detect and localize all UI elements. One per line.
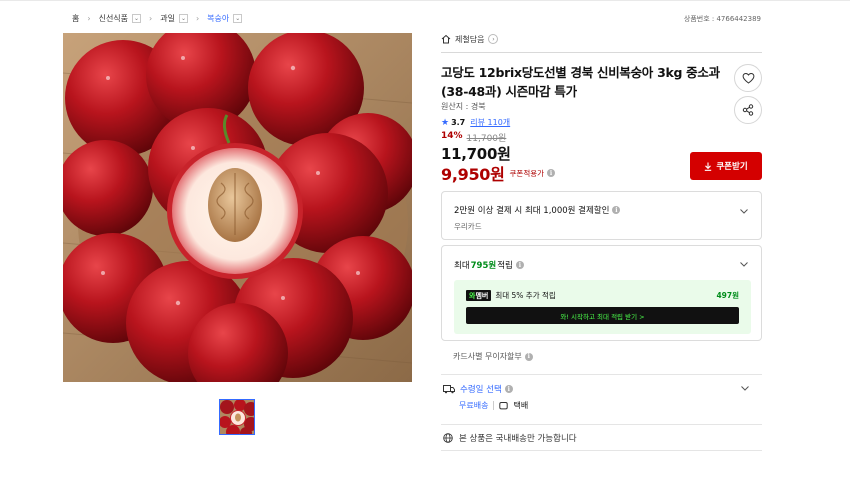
wow-points-amount: 497원	[716, 291, 739, 300]
chevron-right-icon: ›	[195, 14, 200, 23]
coupon-download-button[interactable]: 쿠폰받기	[690, 152, 762, 180]
info-icon[interactable]: i	[547, 169, 556, 177]
divider	[441, 52, 762, 53]
divider	[441, 450, 762, 451]
card-benefit-row: 2만원 이상 결제 시 최대 1,000원 결제할인 i	[454, 204, 621, 216]
product-main-image[interactable]	[63, 33, 412, 382]
product-info: 제철담음 › 고당도 12brix당도선별 경북 신비복숭아 3kg 중소과 (…	[441, 30, 762, 451]
chevron-right-icon[interactable]: ›	[488, 34, 499, 44]
delivery-type-row: 무료배송 택배	[459, 400, 528, 411]
top-divider	[0, 0, 850, 1]
delivery-date-label[interactable]: 수령일 선택	[460, 383, 502, 395]
rating-row: ★ 3.7 리뷰 110개	[441, 117, 510, 128]
wishlist-button[interactable]	[734, 64, 762, 92]
star-icon: ★	[441, 117, 450, 128]
chevron-right-icon: ›	[87, 14, 91, 23]
chevron-down-icon[interactable]: ⌄	[132, 14, 142, 23]
coupon-price-row: 9,950원 쿠폰적용가 i	[441, 161, 556, 185]
product-thumbnail[interactable]	[219, 399, 255, 435]
origin-info: 원산지 : 경북	[441, 102, 486, 111]
domestic-shipping-notice: 본 상품은 국내배송만 가능합니다	[443, 432, 577, 444]
domestic-shipping-text: 본 상품은 국내배송만 가능합니다	[459, 434, 577, 444]
card-name: 우리카드	[454, 222, 482, 231]
points-box: 최대 795원 적립 i 와 멤버 최대 5% 추가 적립 497원 와! 시작하…	[441, 245, 762, 341]
card-benefit-text: 2만원 이상 결제 시 최대 1,000원 결제할인	[454, 206, 610, 216]
peach-photo	[63, 33, 412, 382]
product-number: 상품번호 : 4766442389	[683, 15, 761, 23]
globe-icon	[443, 433, 453, 443]
info-icon[interactable]: i	[612, 206, 621, 214]
chevron-down-icon[interactable]	[740, 383, 750, 393]
breadcrumb-fresh-food[interactable]: 신선식품 ⌄	[99, 13, 142, 24]
wow-start-button[interactable]: 와! 시작하고 최대 적립 받기 >	[466, 307, 739, 324]
points-suffix: 적립	[497, 261, 513, 271]
download-icon	[705, 162, 712, 171]
card-benefit-box[interactable]: 2만원 이상 결제 시 최대 1,000원 결제할인 i 우리카드	[441, 191, 762, 240]
share-icon	[742, 104, 754, 116]
brand-shop-link[interactable]: 제철담음 ›	[441, 30, 762, 48]
coupon-price: 9,950원	[441, 165, 505, 184]
coupon-price-label: 쿠폰적용가	[509, 168, 545, 178]
chevron-down-icon[interactable]	[739, 206, 749, 216]
brand-name[interactable]: 제철담음	[455, 34, 484, 45]
wow-badge: 와 멤버	[466, 290, 492, 301]
rating-score: 3.7	[451, 118, 466, 127]
points-prefix: 최대	[454, 261, 470, 271]
divider	[493, 401, 495, 410]
truck-icon	[443, 385, 455, 394]
wow-points-row: 와 멤버 최대 5% 추가 적립	[466, 290, 556, 301]
delivery-date-select[interactable]: 수령일 선택 i	[443, 383, 513, 395]
breadcrumb-fruit[interactable]: 과일 ⌄	[160, 13, 188, 24]
info-icon[interactable]: i	[504, 385, 513, 393]
info-icon[interactable]: i	[524, 352, 533, 361]
breadcrumb-home[interactable]: 홈	[72, 13, 79, 24]
breadcrumb-peach-label[interactable]: 복숭아	[207, 13, 229, 24]
parcel-label: 택배	[513, 401, 529, 410]
review-count-link[interactable]: 리뷰 110개	[470, 117, 510, 128]
wow-badge-part-b: 멤버	[475, 291, 489, 300]
package-icon	[499, 402, 509, 410]
breadcrumb-fresh-food-label[interactable]: 신선식품	[99, 13, 128, 24]
divider	[441, 424, 762, 425]
free-shipping-label: 무료배송	[459, 401, 489, 410]
share-button[interactable]	[734, 96, 762, 124]
home-icon	[441, 34, 451, 44]
wow-points-text: 최대 5% 추가 적립	[495, 291, 556, 300]
installment-text[interactable]: 카드사별 무이자할부	[453, 351, 522, 362]
max-points-row: 최대 795원 적립 i	[454, 259, 524, 271]
info-icon[interactable]: i	[515, 261, 524, 269]
delivery-section: 수령일 선택 i 무료배송 택배	[441, 383, 762, 423]
chevron-right-icon: ›	[149, 14, 153, 23]
chevron-down-icon[interactable]: ⌄	[178, 14, 188, 23]
product-title: 고당도 12brix당도선별 경북 신비복숭아 3kg 중소과 (38-48과)…	[441, 65, 720, 99]
divider	[441, 374, 762, 375]
installment-info[interactable]: 카드사별 무이자할부 i	[453, 351, 533, 362]
breadcrumb: 홈 › 신선식품 ⌄ › 과일 ⌄ › 복숭아 ⌄	[72, 13, 243, 24]
breadcrumb-fruit-label[interactable]: 과일	[160, 13, 175, 24]
peach-thumbnail-image	[220, 400, 254, 434]
breadcrumb-home-label[interactable]: 홈	[72, 13, 79, 24]
wow-membership-panel: 와 멤버 최대 5% 추가 적립 497원 와! 시작하고 최대 적립 받기 >	[454, 280, 751, 334]
chevron-down-icon[interactable]	[739, 259, 749, 269]
heart-icon	[742, 72, 754, 84]
coupon-button-label[interactable]: 쿠폰받기	[716, 160, 747, 172]
chevron-down-icon[interactable]: ⌄	[233, 14, 243, 23]
breadcrumb-peach[interactable]: 복숭아 ⌄	[207, 13, 243, 24]
points-amount: 795원	[470, 261, 497, 271]
